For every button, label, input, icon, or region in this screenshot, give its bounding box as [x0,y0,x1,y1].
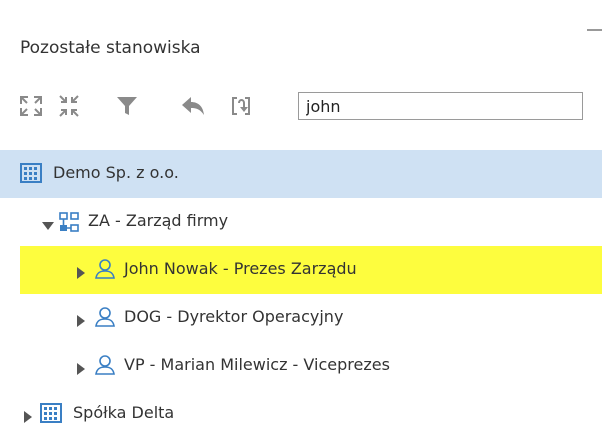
expand-all-icon[interactable] [18,94,44,118]
collapsed-arrow-icon[interactable] [77,360,85,379]
tree-item-label: DOG - Dyrektor Operacyjny [124,307,344,326]
person-icon [94,306,116,332]
tree-item-label: Demo Sp. z o.o. [53,163,179,182]
tree-item-john-nowak[interactable]: John Nowak - Prezes Zarządu [20,246,602,294]
minimize-bar[interactable] [587,29,602,31]
tree-item-spolka-delta[interactable]: Spółka Delta [0,390,602,438]
collapsed-arrow-icon[interactable] [24,408,32,427]
filter-icon[interactable] [114,94,140,118]
tree-item-label: Spółka Delta [73,403,175,422]
tree-item-dog[interactable]: DOG - Dyrektor Operacyjny [0,294,602,342]
search-input[interactable] [298,92,583,120]
collapsed-arrow-icon[interactable] [77,264,85,283]
person-icon [94,258,116,284]
undo-icon[interactable] [180,94,206,118]
collapse-all-icon[interactable] [56,94,82,118]
tree-item-vp[interactable]: VP - Marian Milewicz - Viceprezes [0,342,602,390]
panel-title: Pozostałe stanowiska [20,38,201,58]
tree-item-demo[interactable]: Demo Sp. z o.o. [0,150,602,198]
refresh-icon[interactable] [228,94,254,118]
company-icon [40,403,62,427]
person-icon [94,354,116,380]
org-unit-icon [58,211,80,237]
tree-item-label: VP - Marian Milewicz - Viceprezes [124,355,390,374]
tree-item-za[interactable]: ZA - Zarząd firmy [0,198,602,246]
expanded-arrow-icon[interactable] [42,217,54,236]
tree-item-label: John Nowak - Prezes Zarządu [124,259,357,278]
collapsed-arrow-icon[interactable] [77,312,85,331]
tree-item-label: ZA - Zarząd firmy [88,211,229,230]
company-icon [20,163,42,187]
